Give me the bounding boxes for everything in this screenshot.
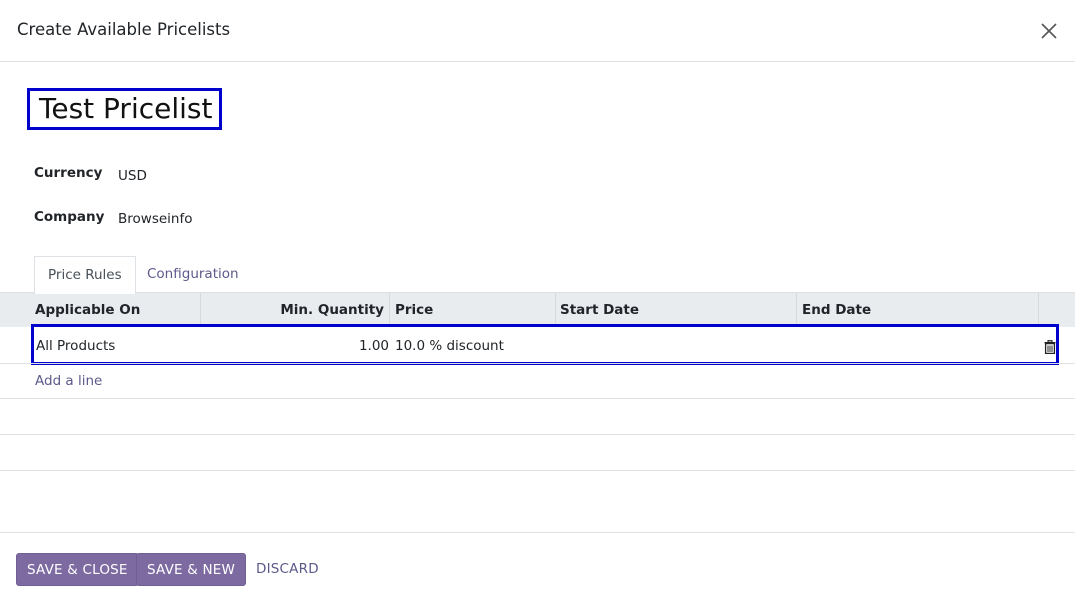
row-divider: [0, 470, 1075, 471]
pricelist-name: Test Pricelist: [39, 92, 213, 125]
column-min-quantity[interactable]: Min. Quantity: [201, 293, 390, 327]
notebook-tabs: Price Rules Configuration: [0, 256, 1075, 294]
company-label: Company: [34, 209, 105, 225]
add-line-link[interactable]: Add a line: [35, 373, 102, 389]
trash-icon[interactable]: [1044, 339, 1056, 355]
currency-label: Currency: [34, 165, 103, 181]
row-divider: [0, 398, 1075, 399]
cell-applicable-on: All Products: [36, 338, 116, 354]
close-icon[interactable]: [1038, 20, 1060, 42]
table-row[interactable]: All Products 1.00 10.0 % discount: [31, 324, 1059, 365]
row-divider: [0, 363, 1075, 364]
cell-price: 10.0 % discount: [395, 338, 504, 354]
cell-min-quantity: 1.00: [358, 338, 389, 354]
column-price[interactable]: Price: [390, 293, 556, 327]
save-new-button[interactable]: SAVE & NEW: [136, 553, 247, 586]
tab-price-rules[interactable]: Price Rules: [34, 256, 136, 294]
save-close-button[interactable]: SAVE & CLOSE: [16, 553, 139, 586]
table-header: Applicable On Min. Quantity Price Start …: [0, 292, 1075, 327]
company-field[interactable]: Browseinfo: [118, 211, 192, 227]
currency-field[interactable]: USD: [118, 168, 147, 184]
column-start-date[interactable]: Start Date: [556, 293, 797, 327]
dialog-footer: SAVE & CLOSE SAVE & NEW DISCARD: [0, 532, 1075, 604]
dialog-header: Create Available Pricelists: [0, 0, 1075, 62]
column-applicable-on[interactable]: Applicable On: [0, 293, 201, 327]
column-end-date[interactable]: End Date: [797, 293, 1039, 327]
tab-configuration[interactable]: Configuration: [134, 256, 252, 293]
dialog-title: Create Available Pricelists: [17, 20, 231, 39]
row-divider: [0, 434, 1075, 435]
pricelist-name-field[interactable]: Test Pricelist: [27, 88, 222, 130]
discard-button[interactable]: DISCARD: [256, 561, 319, 577]
